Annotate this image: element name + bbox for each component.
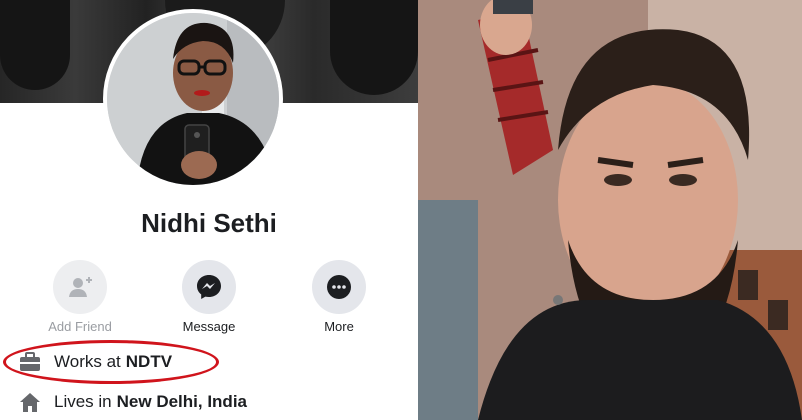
messenger-icon — [197, 275, 221, 299]
messenger-icon-wrap — [182, 260, 236, 314]
add-friend-icon-wrap — [53, 260, 107, 314]
more-icon — [327, 275, 351, 299]
profile-photo — [107, 13, 279, 185]
lives-prefix: Lives in — [54, 392, 112, 411]
man-selfie-photo — [418, 0, 802, 420]
profile-picture[interactable] — [103, 9, 283, 189]
message-label: Message — [182, 319, 236, 334]
more-icon-wrap — [312, 260, 366, 314]
add-friend-icon — [69, 277, 92, 297]
second-photo — [418, 0, 802, 420]
message-button[interactable]: Message — [164, 260, 254, 334]
add-friend-button[interactable]: Add Friend — [35, 260, 125, 334]
more-label: More — [324, 319, 354, 334]
more-button[interactable]: More — [294, 260, 384, 334]
add-friend-label: Add Friend — [48, 319, 112, 334]
lives-info[interactable]: Lives in New Delhi, India — [18, 390, 247, 414]
highlight-ring-annotation — [3, 340, 219, 384]
home-icon — [18, 390, 42, 414]
profile-name: Nidhi Sethi — [141, 208, 277, 238]
facebook-profile-panel: Nidhi Sethi Add Friend Message More Work… — [0, 0, 418, 420]
lives-place-link[interactable]: New Delhi, India — [117, 392, 247, 412]
